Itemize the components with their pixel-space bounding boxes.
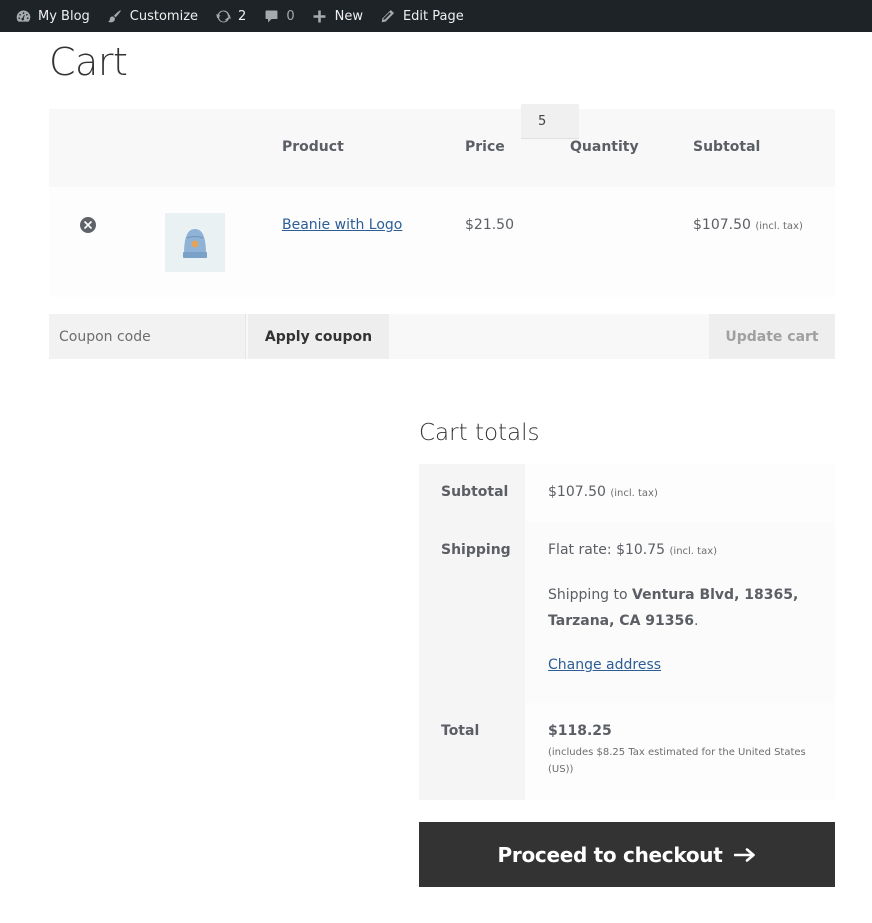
updates-menu[interactable]: 2: [206, 0, 254, 32]
customize-label: Customize: [129, 8, 199, 24]
proceed-to-checkout-button[interactable]: Proceed to checkout: [419, 822, 835, 887]
total-value: $118.25: [548, 723, 612, 739]
comments-count: 0: [286, 8, 295, 24]
header-subtotal: Subtotal: [693, 139, 761, 155]
shipping-rate: Flat rate: $10.75: [548, 542, 666, 558]
total-cell: $118.25 (includes $8.25 Tax estimated fo…: [525, 703, 835, 800]
shipping-row: Shipping Flat rate: $10.75 (incl. tax) S…: [419, 522, 835, 703]
cart-actions: Apply coupon Update cart: [49, 314, 835, 359]
subtotal-label: Subtotal: [419, 464, 525, 522]
refresh-icon: [214, 7, 232, 25]
item-subtotal-value: $107.50: [693, 217, 751, 233]
edit-page-label: Edit Page: [402, 8, 464, 24]
pencil-icon: [379, 7, 397, 25]
page-title: Cart: [49, 40, 128, 84]
header-price: Price: [465, 139, 505, 155]
shipping-destination: Shipping to Ventura Blvd, 18365, Tarzana…: [548, 582, 815, 634]
change-address-link[interactable]: Change address: [548, 657, 661, 673]
cart-table-header: Product Price Quantity Subtotal: [49, 109, 835, 187]
shipping-to-prefix: Shipping to: [548, 587, 628, 603]
cart-totals-table: Subtotal $107.50 (incl. tax) Shipping Fl…: [419, 464, 835, 800]
site-name-menu[interactable]: My Blog: [0, 0, 98, 32]
new-content-menu[interactable]: New: [303, 0, 371, 32]
edit-page-menu[interactable]: Edit Page: [371, 0, 472, 32]
subtotal-cell: $107.50 (incl. tax): [525, 464, 835, 522]
header-quantity: Quantity: [570, 139, 639, 155]
cart-item-row: Beanie with Logo $21.50 $107.50 (incl. t…: [49, 187, 835, 297]
shipping-cell: Flat rate: $10.75 (incl. tax) Shipping t…: [525, 522, 835, 703]
product-name-link[interactable]: Beanie with Logo: [282, 217, 402, 233]
admin-bar: My Blog Customize 2 0 New Edit Page: [0, 0, 872, 32]
customize-menu[interactable]: Customize: [98, 0, 206, 32]
product-thumbnail[interactable]: [165, 213, 225, 272]
arrow-right-icon: [734, 847, 756, 862]
cart-totals-title: Cart totals: [419, 420, 540, 446]
header-product: Product: [282, 139, 344, 155]
apply-coupon-button[interactable]: Apply coupon: [248, 314, 389, 359]
updates-count: 2: [238, 8, 247, 24]
dashboard-icon: [14, 7, 32, 25]
shipping-rate-line: Flat rate: $10.75 (incl. tax): [548, 542, 815, 558]
new-label: New: [334, 8, 363, 24]
remove-item-button[interactable]: [80, 217, 96, 233]
subtotal-row: Subtotal $107.50 (incl. tax): [419, 464, 835, 522]
item-subtotal: $107.50 (incl. tax): [693, 217, 803, 233]
paintbrush-icon: [106, 7, 124, 25]
comments-menu[interactable]: 0: [254, 0, 302, 32]
shipping-tax-note: (incl. tax): [669, 546, 718, 557]
plus-icon: [311, 7, 329, 25]
quantity-input[interactable]: [521, 104, 579, 139]
shipping-label: Shipping: [419, 522, 525, 703]
checkout-label: Proceed to checkout: [497, 842, 723, 867]
close-icon: [84, 221, 92, 229]
item-price: $21.50: [465, 217, 514, 233]
comment-icon: [262, 7, 280, 25]
total-tax-note: (includes $8.25 Tax estimated for the Un…: [548, 747, 806, 775]
update-cart-button[interactable]: Update cart: [709, 314, 835, 359]
total-label: Total: [419, 703, 525, 800]
subtotal-value: $107.50: [548, 484, 606, 500]
cart-table: Product Price Quantity Subtotal Beanie w…: [49, 109, 835, 297]
beanie-image-icon: [183, 228, 207, 258]
shipping-to-suffix: .: [694, 613, 699, 629]
site-name-label: My Blog: [38, 8, 90, 24]
coupon-code-input[interactable]: [49, 314, 246, 359]
subtotal-tax-note: (incl. tax): [610, 488, 658, 499]
total-row: Total $118.25 (includes $8.25 Tax estima…: [419, 703, 835, 800]
item-subtotal-tax-note: (incl. tax): [755, 221, 803, 232]
